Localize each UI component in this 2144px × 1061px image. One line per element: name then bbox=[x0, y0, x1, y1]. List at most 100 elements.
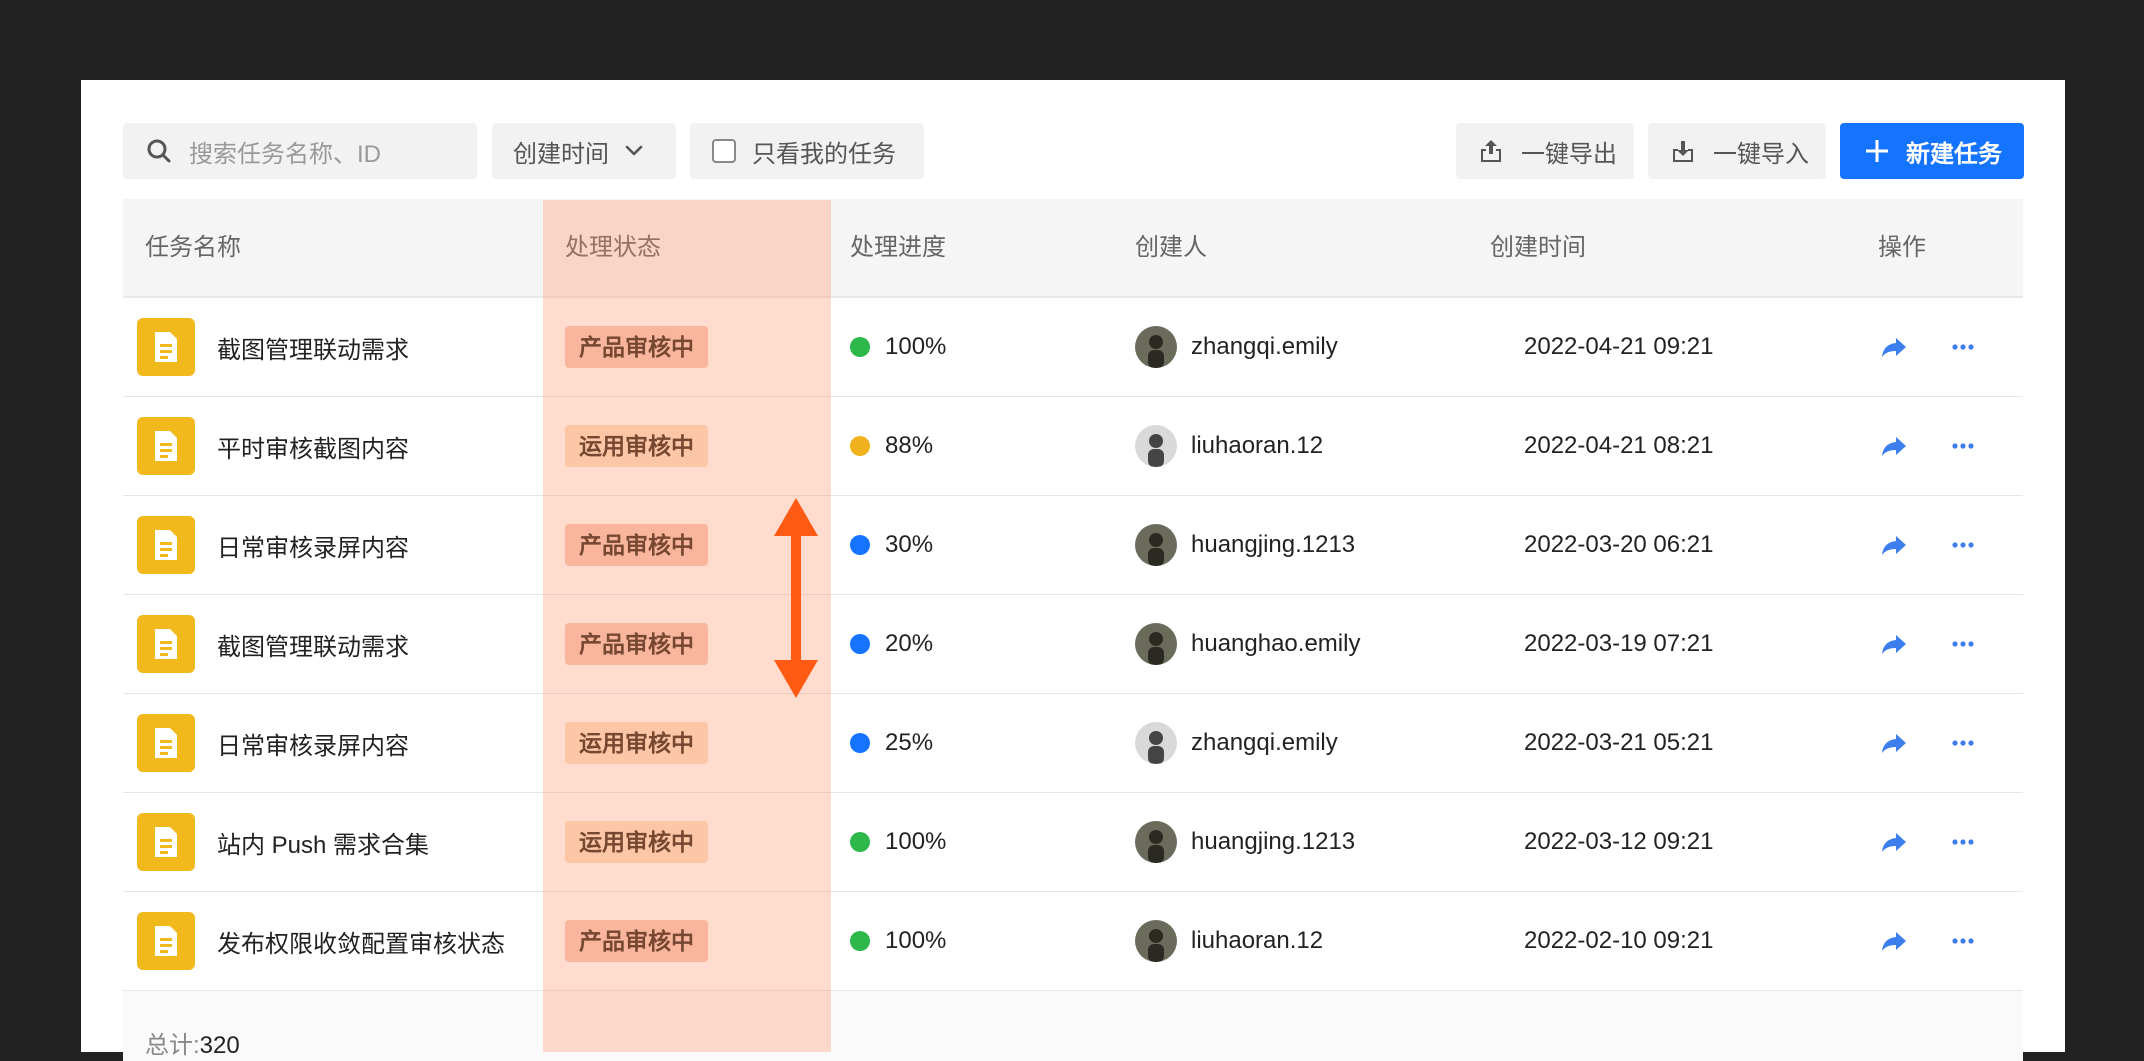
table-row[interactable]: 发布权限收敛配置审核状态 产品审核中 100% liuhaoran.12 202… bbox=[123, 892, 2023, 991]
progress-cell: 100% bbox=[850, 298, 946, 396]
task-name-link[interactable]: 日常审核录屏内容 bbox=[217, 528, 409, 563]
share-action[interactable] bbox=[1879, 298, 1909, 396]
task-name-link[interactable]: 日常审核录屏内容 bbox=[217, 726, 409, 761]
share-icon[interactable] bbox=[1879, 629, 1909, 659]
task-name-cell: 发布权限收敛配置审核状态 bbox=[137, 892, 505, 990]
table-row[interactable]: 平时审核截图内容 运用审核中 88% liuhaoran.12 2022-04-… bbox=[123, 397, 2023, 496]
creator-name: liuhaoran.12 bbox=[1191, 927, 1324, 954]
share-icon[interactable] bbox=[1879, 827, 1909, 857]
export-button[interactable]: 一键导出 bbox=[1456, 123, 1634, 179]
progress-dot bbox=[850, 436, 870, 456]
checkbox-box[interactable] bbox=[712, 139, 736, 163]
status-badge: 运用审核中 bbox=[565, 722, 708, 764]
avatar bbox=[1135, 722, 1177, 764]
avatar bbox=[1135, 524, 1177, 566]
only-mine-checkbox[interactable]: 只看我的任务 bbox=[690, 123, 924, 179]
more-action[interactable] bbox=[1949, 496, 1977, 594]
progress-dot bbox=[850, 535, 870, 555]
document-icon bbox=[137, 516, 195, 574]
avatar bbox=[1135, 326, 1177, 368]
document-icon bbox=[137, 615, 195, 673]
share-action[interactable] bbox=[1879, 694, 1909, 792]
task-name-cell: 日常审核录屏内容 bbox=[137, 694, 409, 792]
status-badge: 产品审核中 bbox=[565, 623, 708, 665]
more-icon[interactable] bbox=[1949, 531, 1977, 559]
table-row[interactable]: 站内 Push 需求合集 运用审核中 100% huangjing.1213 2… bbox=[123, 793, 2023, 892]
progress-dot bbox=[850, 832, 870, 852]
chevron-down-icon bbox=[625, 145, 643, 156]
more-icon[interactable] bbox=[1949, 828, 1977, 856]
share-action[interactable] bbox=[1879, 397, 1909, 495]
table-body: 截图管理联动需求 产品审核中 100% zhangqi.emily 2022-0… bbox=[123, 298, 2023, 991]
more-icon[interactable] bbox=[1949, 432, 1977, 460]
task-name-cell: 截图管理联动需求 bbox=[137, 298, 409, 396]
more-action[interactable] bbox=[1949, 298, 1977, 396]
status-cell: 产品审核中 bbox=[565, 496, 708, 594]
avatar bbox=[1135, 920, 1177, 962]
task-name-cell: 站内 Push 需求合集 bbox=[137, 793, 429, 891]
more-icon[interactable] bbox=[1949, 729, 1977, 757]
task-name-link[interactable]: 站内 Push 需求合集 bbox=[217, 825, 429, 860]
progress-value: 20% bbox=[885, 630, 934, 657]
more-action[interactable] bbox=[1949, 892, 1977, 990]
creator-cell: huanghao.emily bbox=[1135, 595, 1360, 693]
search-input[interactable]: 搜索任务名称、ID bbox=[123, 123, 477, 179]
created-at: 2022-03-12 09:21 bbox=[1524, 828, 1714, 855]
import-button[interactable]: 一键导入 bbox=[1648, 123, 1826, 179]
task-name-cell: 平时审核截图内容 bbox=[137, 397, 409, 495]
progress-dot bbox=[850, 931, 870, 951]
table-row[interactable]: 日常审核录屏内容 运用审核中 25% zhangqi.emily 2022-03… bbox=[123, 694, 2023, 793]
created-at: 2022-04-21 09:21 bbox=[1524, 333, 1714, 360]
share-icon[interactable] bbox=[1879, 728, 1909, 758]
search-icon bbox=[147, 139, 171, 163]
date-filter-dropdown[interactable]: 创建时间 bbox=[492, 123, 676, 179]
share-action[interactable] bbox=[1879, 496, 1909, 594]
share-icon[interactable] bbox=[1879, 431, 1909, 461]
more-icon[interactable] bbox=[1949, 333, 1977, 361]
status-badge: 产品审核中 bbox=[565, 524, 708, 566]
share-action[interactable] bbox=[1879, 793, 1909, 891]
created-at: 2022-03-20 06:21 bbox=[1524, 531, 1714, 558]
task-name-link[interactable]: 发布权限收敛配置审核状态 bbox=[217, 924, 505, 959]
document-icon bbox=[137, 912, 195, 970]
share-icon[interactable] bbox=[1879, 926, 1909, 956]
header-progress: 处理进度 bbox=[850, 234, 946, 261]
progress-dot bbox=[850, 733, 870, 753]
table-row[interactable]: 截图管理联动需求 产品审核中 100% zhangqi.emily 2022-0… bbox=[123, 298, 2023, 397]
more-action[interactable] bbox=[1949, 694, 1977, 792]
table-row[interactable]: 截图管理联动需求 产品审核中 20% huanghao.emily 2022-0… bbox=[123, 595, 2023, 694]
share-action[interactable] bbox=[1879, 892, 1909, 990]
new-task-button[interactable]: 新建任务 bbox=[1840, 123, 2024, 179]
progress-value: 88% bbox=[885, 432, 934, 459]
more-action[interactable] bbox=[1949, 595, 1977, 693]
date-filter-label: 创建时间 bbox=[513, 140, 609, 168]
table-row[interactable]: 日常审核录屏内容 产品审核中 30% huangjing.1213 2022-0… bbox=[123, 496, 2023, 595]
document-icon bbox=[137, 714, 195, 772]
progress-cell: 30% bbox=[850, 496, 933, 594]
share-action[interactable] bbox=[1879, 595, 1909, 693]
created-at-cell: 2022-03-21 05:21 bbox=[1524, 694, 1714, 792]
status-cell: 产品审核中 bbox=[565, 595, 708, 693]
created-at: 2022-03-21 05:21 bbox=[1524, 729, 1714, 756]
created-at-cell: 2022-03-12 09:21 bbox=[1524, 793, 1714, 891]
progress-cell: 100% bbox=[850, 892, 946, 990]
task-name-link[interactable]: 平时审核截图内容 bbox=[217, 429, 409, 464]
avatar bbox=[1135, 425, 1177, 467]
task-name-link[interactable]: 截图管理联动需求 bbox=[217, 330, 409, 365]
more-icon[interactable] bbox=[1949, 927, 1977, 955]
progress-value: 30% bbox=[885, 531, 934, 558]
created-at: 2022-03-19 07:21 bbox=[1524, 630, 1714, 657]
creator-cell: liuhaoran.12 bbox=[1135, 397, 1323, 495]
task-name-link[interactable]: 截图管理联动需求 bbox=[217, 627, 409, 662]
share-icon[interactable] bbox=[1879, 530, 1909, 560]
more-action[interactable] bbox=[1949, 397, 1977, 495]
creator-cell: huangjing.1213 bbox=[1135, 793, 1355, 891]
share-icon[interactable] bbox=[1879, 332, 1909, 362]
header-creator: 创建人 bbox=[1135, 234, 1207, 261]
document-icon bbox=[137, 318, 195, 376]
more-action[interactable] bbox=[1949, 793, 1977, 891]
avatar bbox=[1135, 623, 1177, 665]
more-icon[interactable] bbox=[1949, 630, 1977, 658]
import-label: 一键导入 bbox=[1713, 140, 1809, 168]
status-cell: 运用审核中 bbox=[565, 397, 708, 495]
